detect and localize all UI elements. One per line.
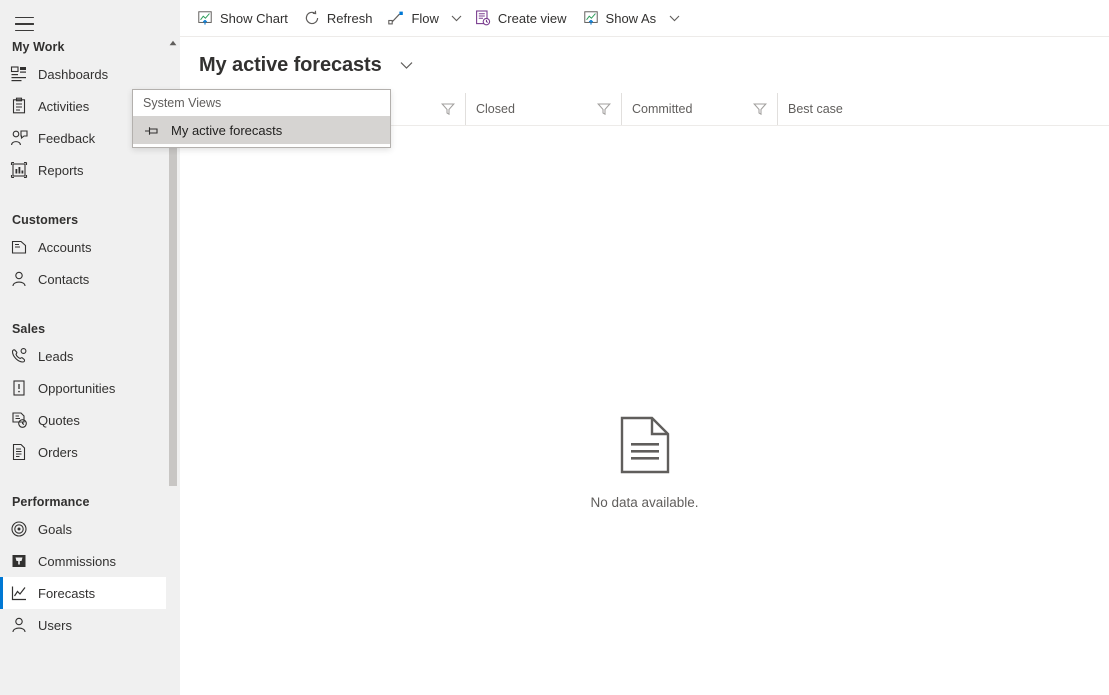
scrollbar-thumb[interactable] (169, 112, 177, 486)
nav-group-title: Sales (12, 322, 46, 336)
reports-icon (10, 161, 28, 179)
column-header-label: Best case (788, 102, 843, 116)
page-title: My active forecasts (199, 53, 382, 76)
sidebar-item-commissions[interactable]: Commissions (0, 545, 180, 577)
orders-icon (10, 443, 28, 461)
sidebar-item-quotes[interactable]: Quotes (0, 404, 180, 436)
create-view-label: Create view (497, 10, 567, 26)
feedback-icon (10, 129, 28, 147)
sidebar-item-goals[interactable]: Goals (0, 513, 180, 545)
refresh-label: Refresh (326, 10, 373, 26)
sidebar-item-label: Orders (38, 444, 78, 460)
flyout-item-list: My active forecasts (133, 116, 390, 144)
empty-state: No data available. (180, 416, 1109, 510)
goals-icon (10, 520, 28, 538)
sidebar-item-forecasts[interactable]: Forecasts (0, 577, 180, 609)
empty-state-text: No data available. (590, 495, 699, 510)
sidebar-item-label: Opportunities (38, 380, 116, 396)
flow-icon (388, 10, 404, 26)
view-selector[interactable]: My active forecasts (180, 37, 1109, 93)
sidebar-item-label: Users (38, 617, 72, 633)
column-header-label: Committed (632, 102, 693, 116)
site-map-hamburger-icon[interactable] (7, 9, 43, 39)
nav-group-performance: Performance Goals Commissions Forecasts User… (0, 491, 180, 641)
commissions-icon (10, 552, 28, 570)
show-chart-button[interactable]: Show Chart (189, 0, 296, 36)
hamburger-bar (15, 16, 34, 19)
column-header-committed[interactable]: Committed (621, 93, 777, 125)
sidebar-item-dashboards[interactable]: Dashboards (0, 58, 180, 90)
contacts-icon (10, 270, 28, 288)
leads-icon (10, 347, 28, 365)
column-header-best-case[interactable]: Best case (777, 93, 933, 125)
sidebar-item-orders[interactable]: Orders (0, 436, 180, 468)
show-chart-label: Show Chart (220, 10, 288, 26)
forecasts-icon (10, 584, 28, 602)
filter-icon[interactable] (437, 93, 459, 125)
nav-group-customers: Customers Accounts Contacts (0, 209, 180, 295)
column-header-label: Closed (476, 102, 515, 116)
pin-icon (143, 122, 159, 138)
scroll-up-icon[interactable] (166, 36, 180, 50)
flyout-section-header: System Views (133, 90, 390, 116)
nav-group-spacer (0, 295, 180, 318)
flyout-item-label: My active forecasts (171, 122, 283, 138)
refresh-icon (304, 10, 320, 26)
sidebar-item-users[interactable]: Users (0, 609, 180, 641)
app-root: My Work Dashboards Activities Feedback Repor… (0, 0, 1109, 695)
sidebar-item-label: Goals (38, 521, 72, 537)
hamburger-bar (15, 23, 34, 25)
show-as-label: Show As (605, 10, 657, 26)
dashboards-icon (10, 65, 28, 83)
nav-group-title: Performance (12, 495, 90, 509)
sidebar-item-label: Feedback (38, 130, 96, 146)
command-bar: Show Chart Refresh Flow Create view Show As (180, 0, 1109, 37)
show-as-button[interactable]: Show As (575, 0, 665, 36)
hamburger-bar (15, 29, 34, 32)
sidebar-item-opportunities[interactable]: Opportunities (0, 372, 180, 404)
sidebar-item-label: Contacts (38, 271, 90, 287)
filter-icon[interactable] (749, 93, 771, 125)
accounts-icon (10, 238, 28, 256)
flow-label: Flow (411, 10, 439, 26)
sidebar-item-accounts[interactable]: Accounts (0, 231, 180, 263)
sidebar-item-leads[interactable]: Leads (0, 340, 180, 372)
flow-chevron-down-icon[interactable] (447, 0, 467, 36)
grid-body: No data available. (180, 126, 1109, 686)
sidebar-item-label: Commissions (38, 553, 117, 569)
sidebar-item-label: Accounts (38, 239, 92, 255)
create-view-button[interactable]: Create view (467, 0, 575, 36)
activities-icon (10, 97, 28, 115)
opportunities-icon (10, 379, 28, 397)
document-icon (619, 416, 671, 479)
sidebar-item-label: Activities (38, 98, 90, 114)
flow-button[interactable]: Flow (380, 0, 446, 36)
column-header-closed[interactable]: Closed (465, 93, 621, 125)
sidebar-item-reports[interactable]: Reports (0, 154, 180, 186)
filter-icon[interactable] (593, 93, 615, 125)
sidebar-item-label: Quotes (38, 412, 80, 428)
create-view-icon (475, 10, 491, 26)
nav-group-title: Customers (12, 213, 79, 227)
show-as-icon (583, 10, 599, 26)
sidebar-item-label: Leads (38, 348, 74, 364)
nav-group-sales: Sales Leads Opportunities Quotes Orders (0, 318, 180, 468)
refresh-button[interactable]: Refresh (296, 0, 381, 36)
nav-group-title: My Work (12, 40, 65, 54)
chevron-down-icon[interactable] (396, 50, 418, 80)
show-as-chevron-down-icon[interactable] (664, 0, 684, 36)
nav-group-spacer (0, 468, 180, 491)
sidebar-item-contacts[interactable]: Contacts (0, 263, 180, 295)
users-icon (10, 616, 28, 634)
quotes-icon (10, 411, 28, 429)
sidebar-item-label: Forecasts (38, 585, 96, 601)
view-selector-flyout: System Views My active forecasts (132, 89, 391, 148)
sidebar-item-label: Reports (38, 162, 84, 178)
nav-group-spacer (0, 186, 180, 209)
show-chart-icon (197, 10, 213, 26)
flyout-item-my-active-forecasts[interactable]: My active forecasts (133, 116, 390, 144)
sidebar-item-label: Dashboards (38, 66, 109, 82)
